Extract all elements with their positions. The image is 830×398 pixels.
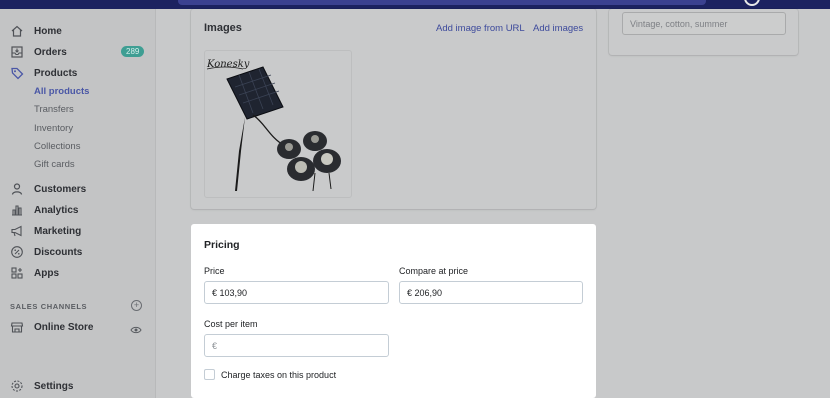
orders-icon: [9, 44, 25, 60]
sidebar-item-label: Apps: [34, 267, 59, 279]
home-icon: [9, 23, 25, 39]
cost-per-item-label: Cost per item: [204, 319, 258, 329]
eye-icon[interactable]: [130, 322, 142, 340]
sidebar-item-marketing[interactable]: Marketing: [0, 221, 156, 241]
search-bar[interactable]: [178, 0, 706, 5]
charge-taxes-checkbox[interactable]: [204, 369, 215, 380]
price-label: Price: [204, 266, 225, 276]
compare-at-price-label: Compare at price: [399, 266, 469, 276]
sidebar-item-label: Orders: [34, 46, 67, 58]
compare-at-price-field[interactable]: € 206,90: [399, 281, 583, 304]
tags-card: Vintage, cotton, summer: [609, 9, 798, 55]
sidebar-item-label: Home: [34, 25, 62, 37]
tag-icon: [9, 65, 25, 81]
sidebar-item-label: Products: [34, 67, 78, 79]
apps-icon: [9, 265, 25, 281]
add-images-link[interactable]: Add images: [533, 23, 583, 34]
sidebar-subitem-all-products[interactable]: All products: [34, 86, 89, 97]
sidebar-item-label: Analytics: [34, 204, 79, 216]
orders-count-badge: 289: [121, 46, 145, 57]
pricing-card: Pricing Price € 103,90 Compare at price …: [191, 224, 596, 398]
sidebar-subitem-gift-cards[interactable]: Gift cards: [34, 159, 75, 170]
sidebar: Home Orders 289 Products All products Tr…: [0, 9, 156, 398]
gear-icon: [9, 378, 25, 394]
sidebar-item-settings[interactable]: Settings: [0, 376, 156, 396]
tags-input[interactable]: Vintage, cotton, summer: [622, 12, 786, 35]
charge-taxes-label: Charge taxes on this product: [221, 369, 337, 380]
sidebar-item-home[interactable]: Home: [0, 21, 156, 41]
avatar[interactable]: [744, 0, 760, 6]
price-field[interactable]: € 103,90: [204, 281, 389, 304]
pricing-title: Pricing: [204, 239, 240, 251]
person-icon: [9, 181, 25, 197]
sidebar-item-orders[interactable]: Orders 289: [0, 42, 156, 62]
images-card: Images Add image from URL Add images Kon…: [191, 9, 596, 209]
add-sales-channel-button[interactable]: +: [131, 300, 142, 311]
megaphone-icon: [9, 223, 25, 239]
sidebar-item-analytics[interactable]: Analytics: [0, 200, 156, 220]
sidebar-item-label: Settings: [34, 380, 74, 392]
cost-per-item-field[interactable]: €: [204, 334, 389, 357]
sidebar-subitem-inventory[interactable]: Inventory: [34, 123, 73, 134]
images-title: Images: [204, 22, 242, 34]
top-bar: [0, 0, 830, 9]
sidebar-subitem-collections[interactable]: Collections: [34, 141, 80, 152]
sidebar-item-customers[interactable]: Customers: [0, 179, 156, 199]
add-image-from-url-link[interactable]: Add image from URL: [436, 23, 525, 34]
discount-icon: [9, 244, 25, 260]
bar-chart-icon: [9, 202, 25, 218]
sidebar-item-apps[interactable]: Apps: [0, 263, 156, 283]
solar-light-image: Konesky: [206, 59, 341, 192]
charge-taxes-row[interactable]: Charge taxes on this product: [204, 369, 336, 380]
sidebar-item-online-store[interactable]: Online Store: [0, 317, 156, 337]
sidebar-subitem-transfers[interactable]: Transfers: [34, 104, 74, 115]
sidebar-item-label: Marketing: [34, 225, 82, 237]
sidebar-item-label: Online Store: [34, 321, 94, 333]
sidebar-item-products[interactable]: Products: [0, 63, 156, 83]
sales-channels-heading: SALES CHANNELS: [10, 302, 88, 311]
store-icon: [9, 319, 25, 335]
product-image-thumbnail[interactable]: Konesky: [204, 50, 352, 198]
sidebar-item-label: Discounts: [34, 246, 83, 258]
sidebar-item-discounts[interactable]: Discounts: [0, 242, 156, 262]
sidebar-item-label: Customers: [34, 183, 87, 195]
